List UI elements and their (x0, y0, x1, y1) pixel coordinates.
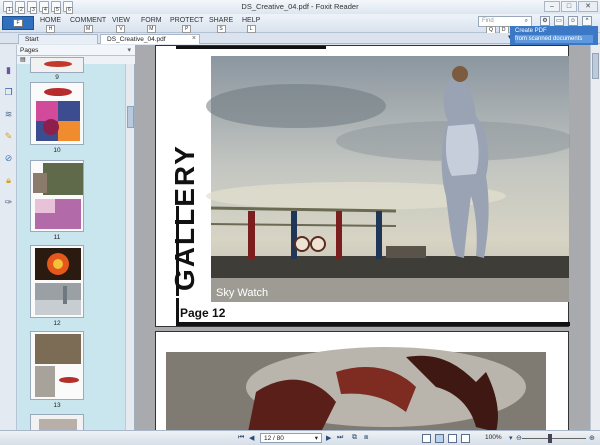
thumbnail-options-icon[interactable]: ▤ (20, 56, 26, 63)
page-thumbnail-label: 13 (53, 402, 61, 409)
previous-view-icon[interactable]: ⧉ (352, 434, 357, 442)
page-thumbnail-label: 12 (53, 320, 61, 327)
minimize-button[interactable]: – (544, 1, 560, 12)
comments-icon[interactable]: ✎ (3, 131, 14, 142)
attachments-icon[interactable]: ⊘ (3, 153, 14, 164)
pdf-page (155, 331, 569, 430)
page-label: Page 12 (180, 306, 226, 320)
status-bar: ⏮ ◀ 12 / 80 ▾ ▶ ⏭ ⧉ ⧈ 100% ▾ ⊖ ⊕ (0, 430, 600, 445)
navigation-rail: ▮ ❐ ≋ ✎ ⊘ 🔒︎ ✑ (0, 45, 17, 430)
continuous-view-icon[interactable] (435, 434, 444, 443)
user-icon[interactable]: ☺ (568, 16, 578, 26)
pages-icon[interactable]: ❐ (3, 87, 14, 98)
window-icon[interactable]: ▭ (554, 16, 564, 26)
tab-view[interactable]: VIEW V (112, 17, 130, 33)
document-scroll-thumb[interactable] (592, 53, 599, 79)
signatures-icon[interactable]: ✑ (3, 197, 14, 208)
page-thumbnail[interactable] (30, 82, 84, 145)
maximize-button[interactable]: □ (561, 1, 577, 12)
page-thumbnail[interactable] (30, 331, 84, 400)
zoom-menu-icon[interactable]: ▾ (509, 434, 513, 442)
tab-form[interactable]: FORM M (141, 17, 162, 33)
security-icon[interactable]: 🔒︎ (3, 175, 14, 186)
create-pdf-tooltip: Create PDF from scanned documents (510, 26, 598, 45)
collapse-ribbon-icon[interactable]: ^ (582, 16, 592, 26)
bookmark-icon[interactable]: ▮ (3, 65, 14, 76)
thumbnail-scrollbar[interactable] (125, 64, 134, 430)
window-title: DS_Creative_04.pdf - Foxit Reader (241, 2, 359, 11)
artwork-caption: Sky Watch (216, 287, 268, 299)
first-page-button[interactable]: ⏮ (238, 434, 244, 442)
page-thumbnail[interactable] (30, 57, 84, 73)
page-thumbnail-label: 11 (53, 234, 61, 241)
zoom-in-button[interactable]: ⊕ (589, 434, 595, 442)
gallery-artwork: GALLERY Sky Watch Page 12 (169, 45, 576, 326)
gallery-heading: GALLERY (169, 144, 200, 291)
zoom-level: 100% (485, 434, 502, 441)
title-bar: 1 2 3 4 5 6 DS_Creative_04.pdf - Foxit R… (0, 0, 600, 14)
gear-icon[interactable]: ⚙ (540, 16, 550, 26)
last-page-button[interactable]: ⏭ (337, 434, 343, 442)
next-view-icon[interactable]: ⧈ (364, 434, 368, 442)
single-page-view-icon[interactable] (422, 434, 431, 443)
tab-share[interactable]: SHARE S (209, 17, 233, 33)
next-page-button[interactable]: ▶ (326, 434, 331, 442)
tab-start[interactable]: Start (18, 34, 98, 44)
close-tab-icon[interactable]: × (192, 35, 196, 42)
search-icon: ⌕ (524, 18, 528, 24)
page-thumbnail-label: 9 (55, 74, 59, 81)
page-thumbnail-selected[interactable] (30, 245, 84, 318)
tab-comment[interactable]: COMMENT M (70, 17, 106, 33)
facing-view-icon[interactable] (448, 434, 457, 443)
previous-page-button[interactable]: ◀ (249, 434, 254, 442)
panel-options-icon[interactable]: ▾ (127, 46, 131, 54)
tab-help[interactable]: HELP L (242, 17, 260, 33)
document-view[interactable]: GALLERY Sky Watch Page 12 (135, 45, 590, 430)
page-thumbnail-label: 10 (53, 147, 61, 154)
layers-icon[interactable]: ≋ (3, 109, 14, 120)
pages-panel: Pages ▾ ▤ ✖ 9 10 11 (17, 45, 135, 430)
continuous-facing-view-icon[interactable] (461, 434, 470, 443)
thumbnail-scroll-thumb[interactable] (127, 106, 134, 128)
document-scrollbar[interactable] (590, 45, 600, 430)
file-menu-button[interactable]: F (2, 16, 34, 30)
next-page-artwork (166, 347, 546, 430)
zoom-slider-handle[interactable] (548, 434, 552, 443)
zoom-out-button[interactable]: ⊖ (516, 434, 522, 442)
tab-document[interactable]: DS_Creative_04.pdf × (100, 34, 200, 44)
page-thumbnail[interactable] (30, 414, 84, 430)
pages-panel-header: Pages ▾ (17, 45, 135, 56)
tab-home[interactable]: HOME H (40, 17, 61, 33)
zoom-slider[interactable] (522, 438, 586, 439)
page-thumbnail[interactable] (30, 160, 84, 232)
tab-protect[interactable]: PROTECT P (170, 17, 203, 33)
pdf-page: GALLERY Sky Watch Page 12 (155, 45, 576, 327)
chevron-down-icon: ▾ (314, 435, 318, 442)
close-button[interactable]: ✕ (578, 1, 598, 12)
page-number-input[interactable]: 12 / 80 ▾ (260, 433, 322, 443)
